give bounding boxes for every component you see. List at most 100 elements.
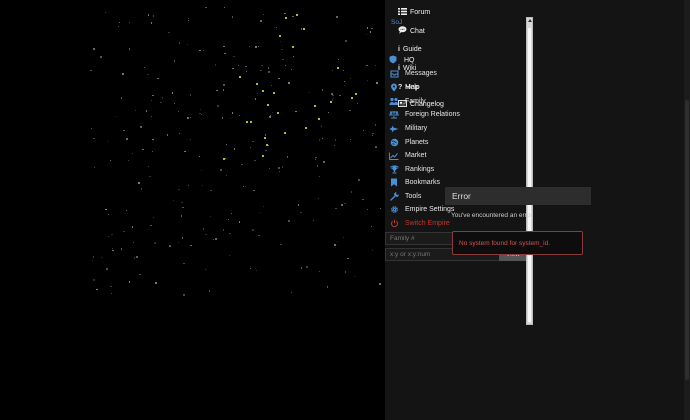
nav-item-tools[interactable]: Tools [389,190,421,203]
panel-scrollbar[interactable] [684,0,690,420]
star [372,132,374,135]
star [300,267,303,269]
star-system[interactable] [256,83,259,86]
star [188,19,190,22]
menu-label: Guide [402,45,422,53]
star-system[interactable] [351,97,354,100]
star [238,114,240,117]
star-system[interactable] [285,17,288,20]
star [187,184,190,187]
menu-item-help[interactable]: ? Help [398,81,420,93]
star [120,248,123,250]
star-system[interactable] [264,137,267,140]
star [90,69,92,72]
star [319,175,321,178]
star [241,163,243,166]
star [320,125,323,127]
star [269,116,271,118]
star [154,242,156,244]
star-system[interactable] [296,14,299,17]
star [140,188,142,190]
star-system[interactable] [279,35,282,38]
menu-scrollbar[interactable] [526,17,533,325]
nav-item-rankings[interactable]: Rankings [389,163,434,176]
panel-scrollbar-thumb[interactable] [685,100,689,380]
star [278,170,281,173]
star [139,273,141,276]
star-system[interactable] [277,112,280,115]
star [288,220,290,222]
star [205,6,207,9]
star [221,117,223,119]
star [215,64,217,66]
star [215,238,217,240]
star [177,241,180,244]
star-system[interactable] [314,105,317,108]
star [223,6,226,9]
star-system[interactable] [273,92,276,95]
star-system[interactable] [337,67,340,70]
star [268,167,271,170]
star [366,27,369,29]
nav-item-planets[interactable]: Planets [389,136,428,149]
nav-item-bookmarks[interactable]: Bookmarks [389,176,440,189]
galaxy-starfield[interactable] [0,0,385,420]
star [222,229,225,231]
menu-scrollbar-thumb[interactable] [528,28,531,322]
star-system[interactable] [267,104,270,107]
star [93,256,95,258]
star-system[interactable] [284,132,287,135]
star [332,94,334,97]
star [177,110,180,112]
menu-item-chat[interactable]: Chat [398,25,425,37]
star [160,102,162,104]
star [189,138,191,141]
star-system[interactable] [355,93,358,96]
star-system[interactable] [305,127,308,130]
star-system[interactable] [239,76,242,79]
star [370,225,373,227]
star-system[interactable] [246,121,249,124]
star [151,150,154,153]
star [152,216,155,218]
star [138,182,140,184]
star [131,153,133,155]
star-system[interactable] [262,90,265,93]
error-dialog-message: You've encountered an error [451,212,533,219]
star [229,117,231,120]
nav-item-military[interactable]: Military [389,122,427,135]
star [222,89,225,91]
nav-item-market[interactable]: Market [389,149,426,162]
star [150,22,153,24]
star [278,167,280,169]
star [117,25,120,28]
star [343,80,346,83]
star [253,189,255,192]
star-system[interactable] [303,28,306,31]
star [180,215,183,217]
star-system[interactable] [318,118,321,121]
star [210,189,212,192]
star [258,234,260,236]
menu-item-changelog[interactable]: Changelog [398,98,444,110]
star [375,146,377,148]
menu-label: Changelog [410,100,444,108]
star [317,197,319,200]
star [297,204,300,206]
star [261,64,263,67]
menu-item-wiki[interactable]: i Wiki [398,62,416,74]
scroll-up-icon[interactable] [528,19,532,22]
star-system[interactable] [262,155,265,158]
star [142,148,144,151]
star [150,224,152,226]
menu-item-forum[interactable]: Forum [398,6,430,18]
star [268,71,270,73]
nav-item-switch-empire[interactable]: Switch Empire [389,217,450,230]
star [331,99,334,101]
star-system[interactable] [250,121,253,124]
star [334,244,336,246]
star [151,115,153,118]
star-system[interactable] [330,101,333,104]
star-system[interactable] [292,46,295,49]
star [252,229,254,231]
